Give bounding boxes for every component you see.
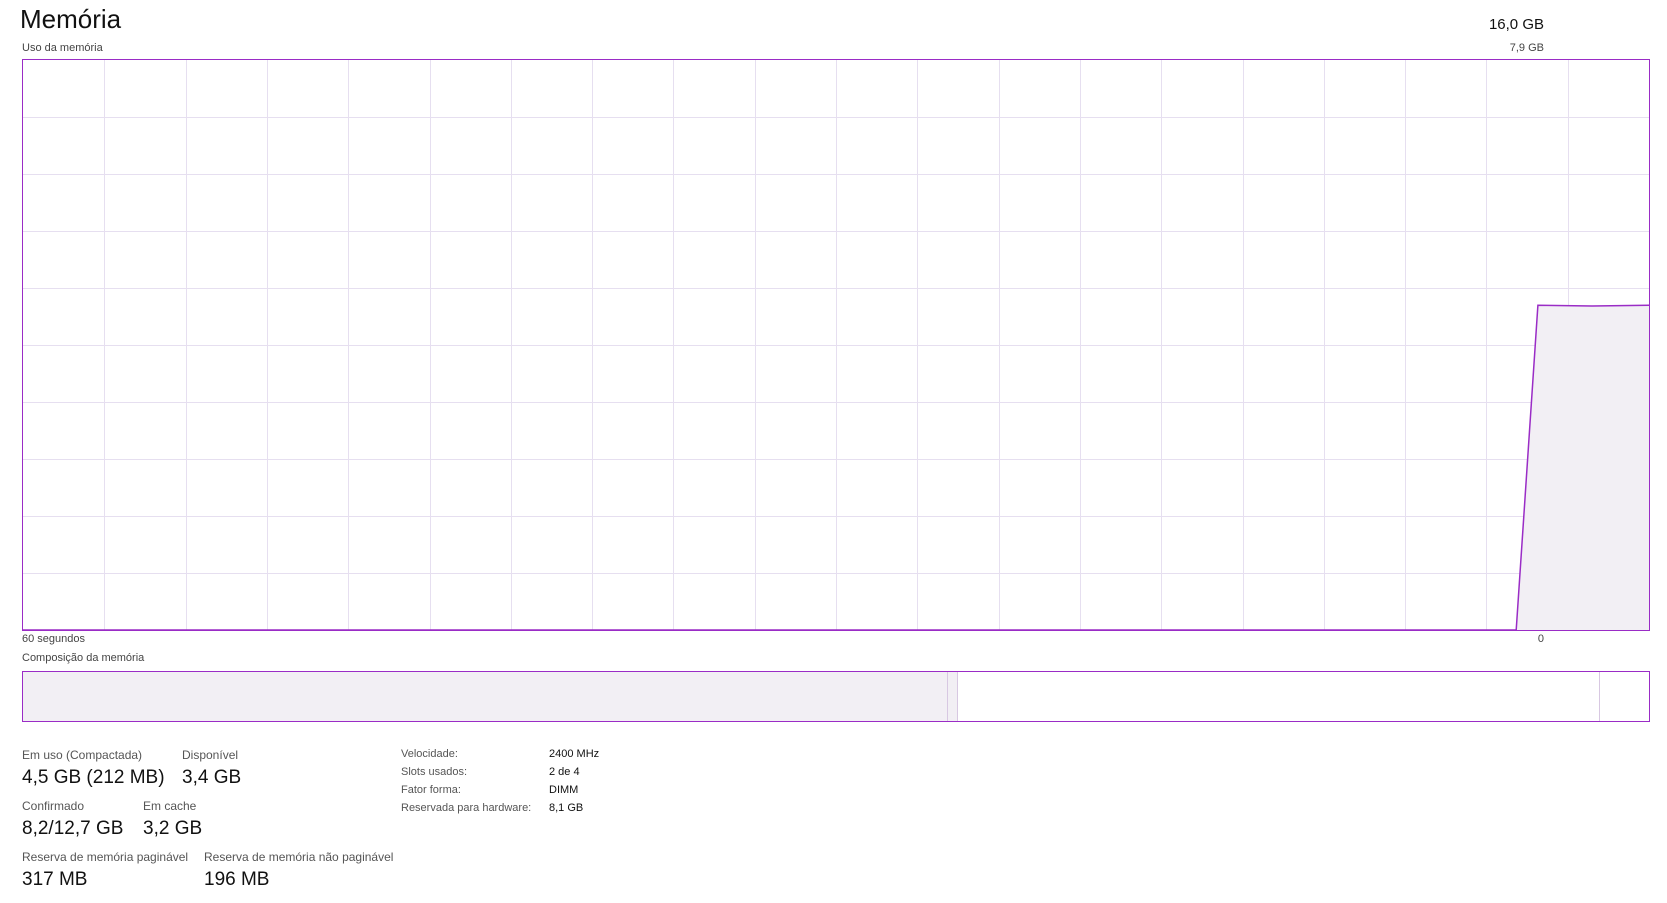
- spec-value: 2 de 4: [549, 766, 580, 778]
- usage-graph-max: 7,9 GB: [1509, 42, 1544, 54]
- stat-paged-pool-value: 317 MB: [22, 869, 88, 890]
- spec-value: DIMM: [549, 784, 579, 796]
- spec-row: Reservada para hardware: 8,1 GB: [401, 799, 599, 817]
- spec-row: Slots usados: 2 de 4: [401, 763, 599, 781]
- stat-committed-label: Confirmado: [22, 799, 85, 813]
- stat-non-paged-pool: Reserva de memória não paginável 196 MB: [204, 850, 393, 891]
- composition-in-use[interactable]: [23, 672, 947, 721]
- stat-paged-pool: Reserva de memória paginável 317 MB: [22, 850, 188, 891]
- stat-available: Disponível 3,4 GB: [182, 748, 241, 789]
- composition-modified[interactable]: [946, 672, 958, 721]
- stat-paged-pool-label: Reserva de memória paginável: [22, 850, 189, 864]
- stat-cached-label: Em cache: [143, 799, 197, 813]
- spec-key: Slots usados:: [401, 766, 468, 778]
- stat-committed-value: 8,2/12,7 GB: [22, 818, 124, 839]
- total-memory: 16,0 GB: [1488, 16, 1544, 33]
- memory-usage-graph: [22, 59, 1650, 631]
- composition-free[interactable]: [1600, 672, 1649, 721]
- memory-usage-graph-svg: [23, 60, 1649, 630]
- usage-graph-label: Uso da memória: [22, 42, 103, 54]
- spec-value: 8,1 GB: [549, 802, 584, 814]
- stat-non-paged-pool-value: 196 MB: [204, 869, 270, 890]
- spec-key: Reservada para hardware:: [401, 802, 532, 814]
- spec-row: Velocidade: 2400 MHz: [401, 745, 599, 763]
- stat-available-label: Disponível: [182, 748, 239, 762]
- spec-key: Fator forma:: [401, 784, 461, 796]
- stat-cached: Em cache 3,2 GB: [143, 799, 202, 840]
- stat-in-use-label: Em uso (Compactada): [22, 748, 143, 762]
- stat-committed: Confirmado 8,2/12,7 GB: [22, 799, 123, 840]
- page-title: Memória: [20, 4, 122, 34]
- stat-in-use: Em uso (Compactada) 4,5 GB (212 MB): [22, 748, 165, 789]
- stat-non-paged-pool-label: Reserva de memória não paginável: [204, 850, 394, 864]
- stat-available-value: 3,4 GB: [182, 767, 242, 788]
- composition-standby[interactable]: [957, 672, 1601, 721]
- composition-label: Composição da memória: [22, 652, 145, 664]
- memory-performance-panel: Memória 16,0 GB Uso da memória 7,9 GB 60…: [0, 0, 1667, 903]
- hardware-specs: Velocidade: 2400 MHz Slots usados: 2 de …: [401, 745, 599, 817]
- stat-in-use-value: 4,5 GB (212 MB): [22, 767, 165, 788]
- memory-composition-bar[interactable]: [22, 671, 1650, 722]
- spec-value: 2400 MHz: [549, 748, 600, 760]
- spec-row: Fator forma: DIMM: [401, 781, 599, 799]
- stat-cached-value: 3,2 GB: [143, 818, 203, 839]
- spec-key: Velocidade:: [401, 748, 458, 760]
- graph-time-end: 0: [1537, 633, 1544, 645]
- graph-time-start: 60 segundos: [22, 633, 85, 645]
